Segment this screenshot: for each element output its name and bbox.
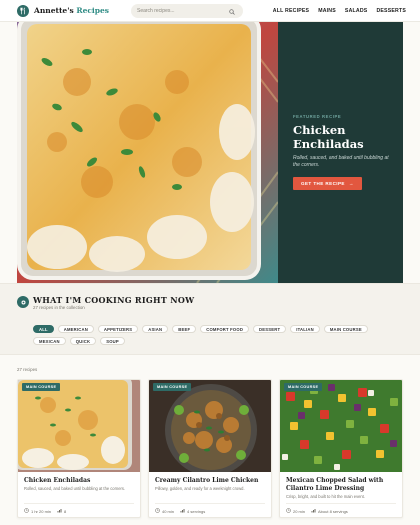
recipe-card[interactable]: MAIN COURSE Chicken Enchiladas Rolled, s… bbox=[17, 379, 141, 518]
recipe-meta: 1 hr 20 min 8 bbox=[24, 508, 66, 514]
site-header: Annette's Recipes ALL RECIPES MAINS SALA… bbox=[0, 0, 420, 22]
recipe-image[interactable]: MAIN COURSE bbox=[18, 380, 140, 472]
servings-icon bbox=[311, 508, 316, 514]
featured-recipe-panel: FEATURED RECIPE Chicken Enchiladas Rolle… bbox=[278, 22, 403, 283]
search-input[interactable] bbox=[137, 8, 229, 14]
hero-description: Rolled, sauced, and baked until bubbling… bbox=[293, 155, 389, 168]
recipe-count: 27 recipes bbox=[17, 367, 38, 372]
section-title: WHAT I'M COOKING RIGHT NOW bbox=[33, 295, 195, 305]
nav-all-recipes[interactable]: ALL RECIPES bbox=[273, 8, 309, 14]
filter-chip-soup[interactable]: SOUP bbox=[100, 337, 125, 345]
recipe-title[interactable]: Mexican Chopped Salad with Cilantro Lime… bbox=[286, 477, 398, 492]
recipe-time: 40 min bbox=[162, 508, 175, 514]
featured-label: FEATURED RECIPE bbox=[293, 114, 342, 119]
servings-icon bbox=[180, 508, 185, 514]
whisk-icon bbox=[17, 4, 29, 17]
filter-chip-mexican[interactable]: MEXICAN bbox=[33, 337, 66, 345]
nav-mains[interactable]: MAINS bbox=[318, 8, 336, 14]
category-badge: MAIN COURSE bbox=[153, 383, 192, 391]
category-filters: ALL AMERICAN APPETIZERS ASIAN BEEF COMFO… bbox=[33, 325, 403, 345]
recipe-meta: 20 min About 8 servings bbox=[286, 508, 348, 514]
recipe-servings: 8 bbox=[64, 508, 67, 514]
hero-title[interactable]: Chicken Enchiladas bbox=[293, 123, 393, 151]
section-subtitle: 27 recipes in the collection bbox=[33, 305, 85, 310]
divider bbox=[286, 503, 396, 504]
recipe-image[interactable]: MAIN COURSE bbox=[149, 380, 271, 472]
recipe-card[interactable]: MAIN COURSE Creamy Cilantro Lime Chicken… bbox=[148, 379, 272, 518]
filter-chip-appetizers[interactable]: APPETIZERS bbox=[97, 325, 139, 333]
filter-chip-quick[interactable]: QUICK bbox=[69, 337, 97, 345]
recipe-image[interactable]: MAIN COURSE bbox=[280, 380, 402, 472]
recipe-servings: About 8 servings bbox=[318, 508, 348, 514]
recipe-servings: 4 servings bbox=[187, 508, 206, 514]
recipe-description: Pillowy, golden, and ready for a weeknig… bbox=[155, 486, 245, 491]
recipe-description: Crisp, bright, and built to hit the main… bbox=[286, 494, 365, 499]
category-badge: MAIN COURSE bbox=[284, 383, 323, 391]
recipe-description: Rolled, sauced, and baked until bubbling… bbox=[24, 486, 126, 491]
divider bbox=[155, 503, 265, 504]
recipe-meta: 40 min 4 servings bbox=[155, 508, 205, 514]
main-nav: ALL RECIPES MAINS SALADS DESSERTS bbox=[273, 0, 406, 22]
brand-logo-link[interactable]: Annette's Recipes bbox=[17, 4, 110, 17]
arrow-right-icon: → bbox=[348, 181, 354, 186]
nav-desserts[interactable]: DESSERTS bbox=[376, 8, 406, 14]
clock-icon bbox=[24, 508, 29, 514]
cooking-section: WHAT I'M COOKING RIGHT NOW 27 recipes in… bbox=[0, 283, 420, 355]
clock-icon bbox=[155, 508, 160, 514]
brand-name: Annette's Recipes bbox=[34, 6, 110, 15]
filter-chip-italian[interactable]: ITALIAN bbox=[290, 325, 320, 333]
filter-chip-asian[interactable]: ASIAN bbox=[142, 325, 169, 333]
filter-chip-comfort-food[interactable]: COMFORT FOOD bbox=[200, 325, 250, 333]
servings-icon bbox=[57, 508, 62, 514]
filter-chip-main-course[interactable]: MAIN COURSE bbox=[323, 325, 368, 333]
pot-icon bbox=[17, 296, 29, 308]
get-recipe-label: GET THE RECIPE bbox=[301, 181, 345, 186]
recipe-title[interactable]: Chicken Enchiladas bbox=[24, 477, 136, 485]
filter-chip-american[interactable]: AMERICAN bbox=[57, 325, 94, 333]
filter-chip-beef[interactable]: BEEF bbox=[172, 325, 197, 333]
search-box[interactable] bbox=[131, 4, 243, 18]
recipe-time: 1 hr 20 min bbox=[31, 508, 52, 514]
hero-image[interactable] bbox=[17, 22, 278, 283]
category-badge: MAIN COURSE bbox=[22, 383, 61, 391]
clock-icon bbox=[286, 508, 291, 514]
recipe-time: 20 min bbox=[293, 508, 306, 514]
get-recipe-button[interactable]: GET THE RECIPE → bbox=[293, 177, 362, 190]
filter-chip-all[interactable]: ALL bbox=[33, 325, 54, 333]
filter-chip-dessert[interactable]: DESSERT bbox=[253, 325, 287, 333]
nav-salads[interactable]: SALADS bbox=[345, 8, 368, 14]
recipe-card[interactable]: MAIN COURSE Mexican Chopped Salad with C… bbox=[279, 379, 403, 518]
divider bbox=[24, 503, 134, 504]
search-icon[interactable] bbox=[229, 2, 235, 20]
page-margin bbox=[403, 22, 420, 283]
recipe-title[interactable]: Creamy Cilantro Lime Chicken bbox=[155, 477, 267, 485]
